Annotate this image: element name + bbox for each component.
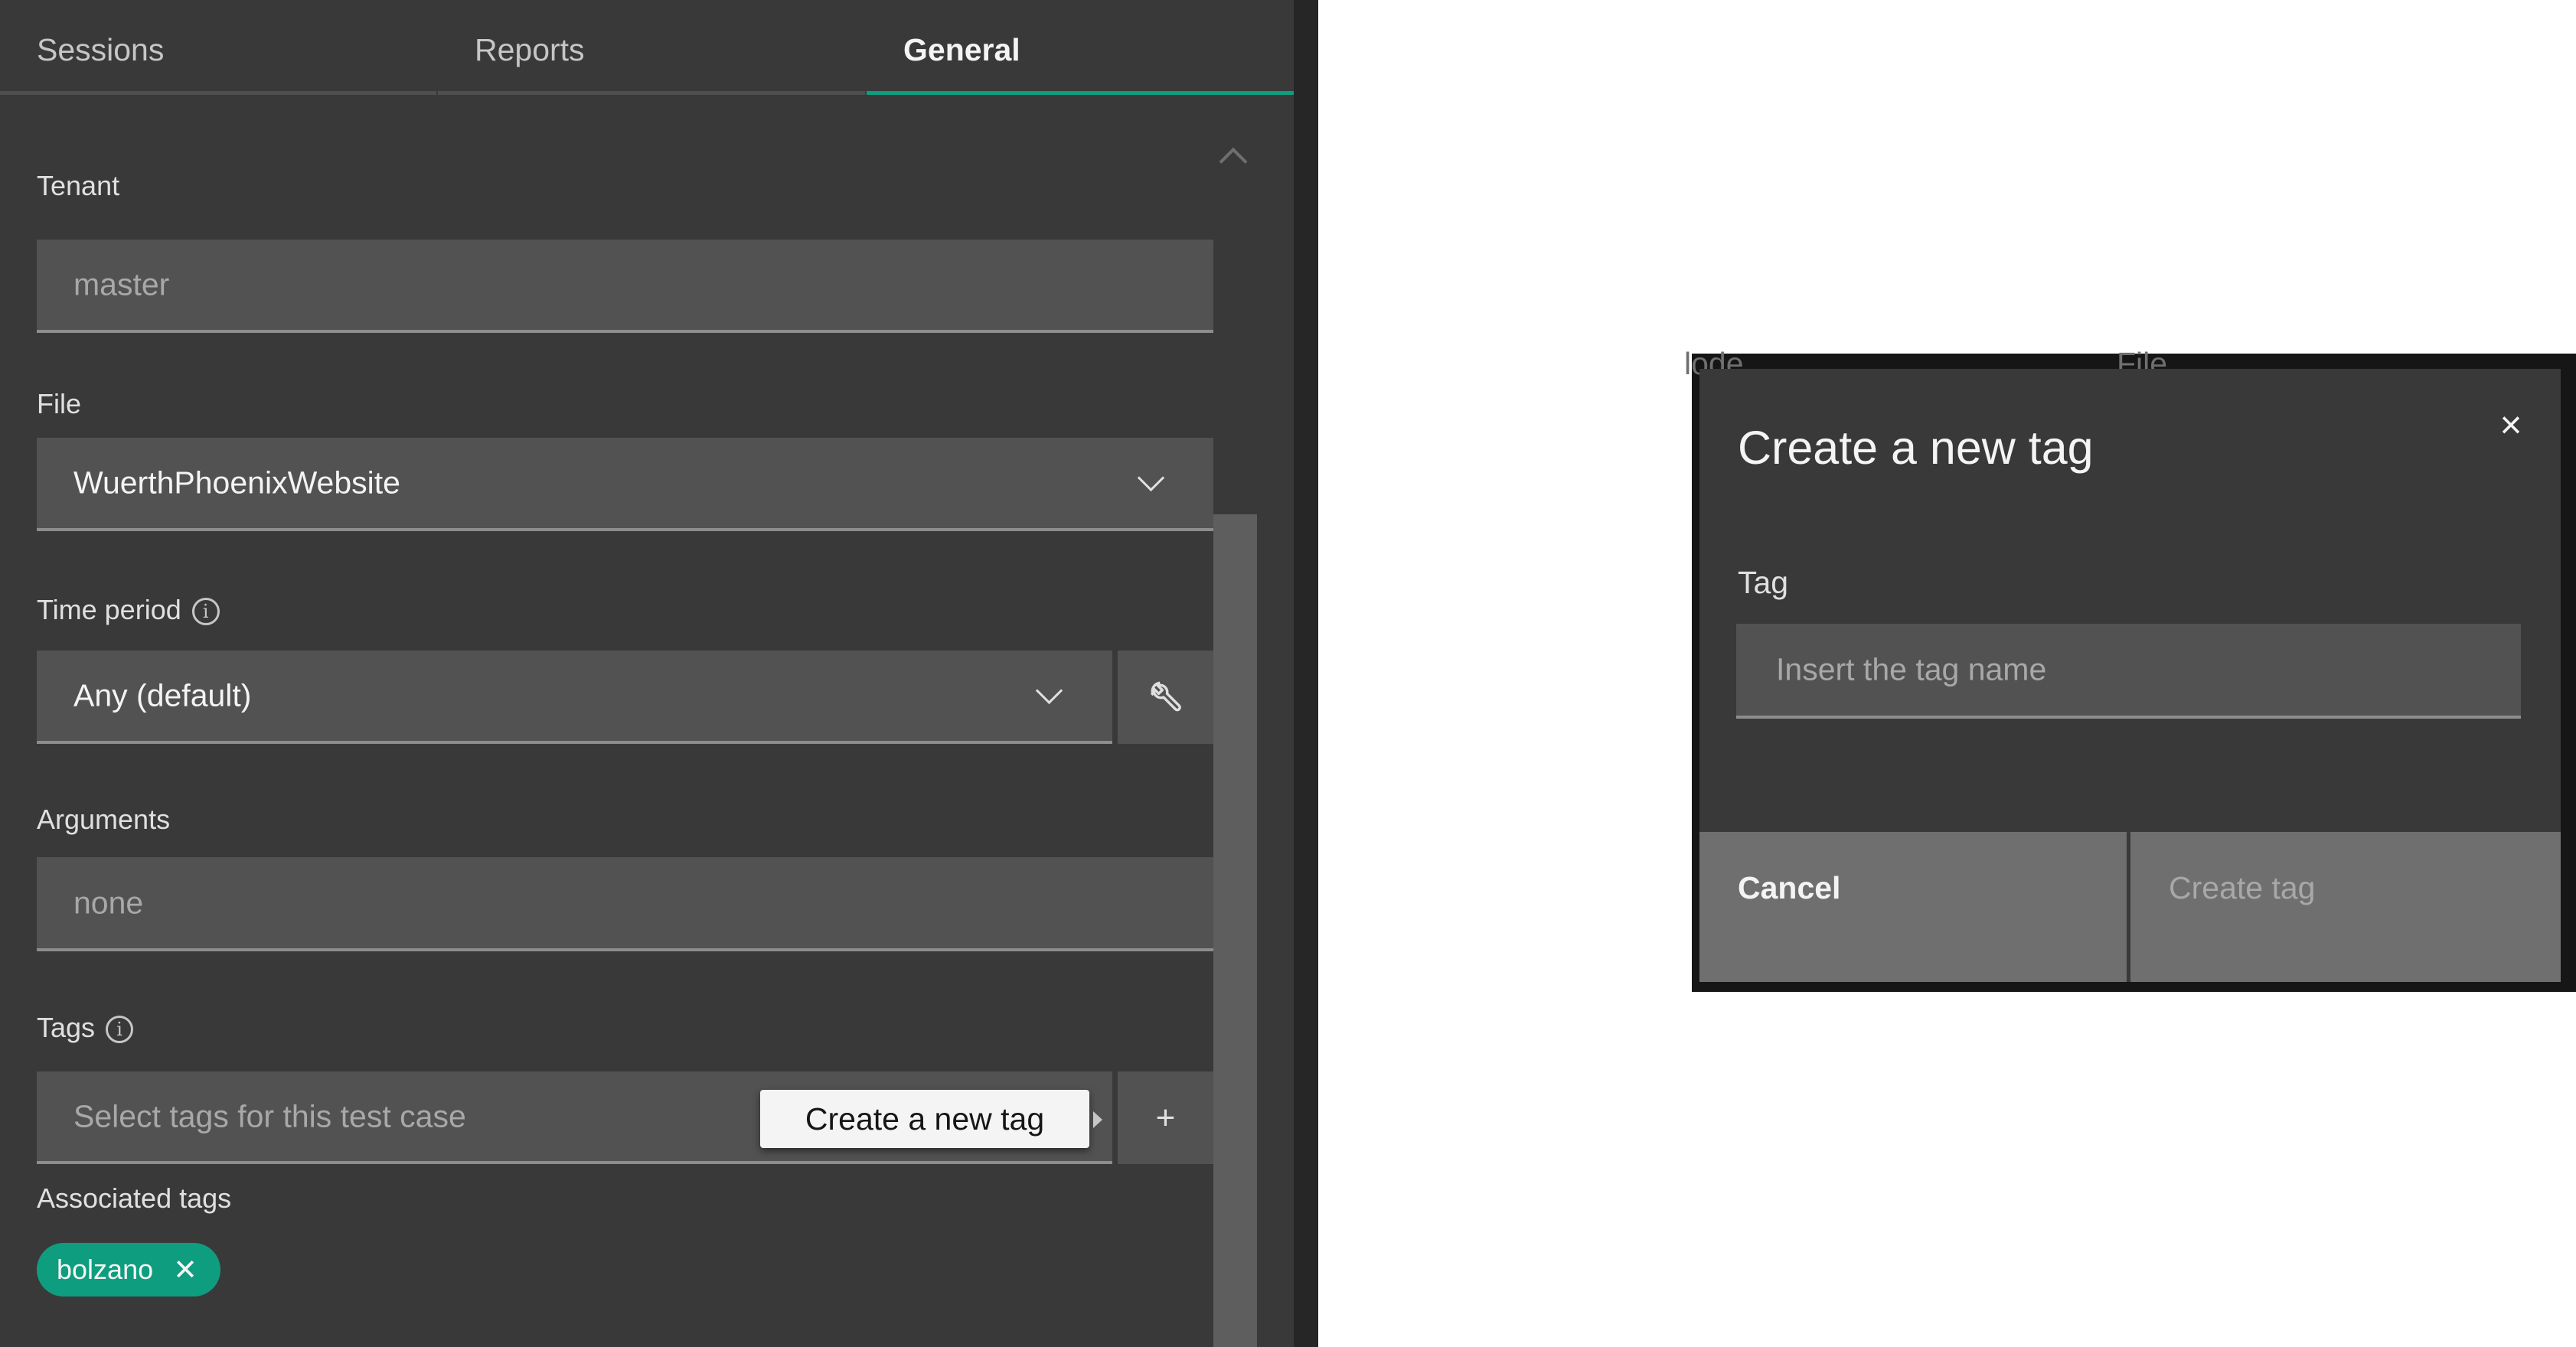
scrollbar[interactable]	[1213, 514, 1257, 1347]
file-value: WuerthPhoenixWebsite	[73, 465, 400, 501]
cancel-button[interactable]: Cancel	[1699, 832, 2127, 982]
remove-tag-icon[interactable]: ✕	[173, 1253, 198, 1287]
tags-label: Tags i	[37, 1012, 134, 1044]
tab-sessions[interactable]: Sessions	[0, 0, 436, 95]
file-label: File	[37, 388, 82, 419]
info-icon[interactable]: i	[106, 1016, 134, 1044]
associated-tags-label: Associated tags	[37, 1182, 232, 1214]
collapse-chevron-up-icon[interactable]	[1219, 147, 1248, 176]
time-period-dropdown[interactable]: Any (default)	[37, 651, 1112, 744]
create-tag-button[interactable]: Create tag	[2130, 832, 2561, 982]
tab-reports-label: Reports	[475, 32, 585, 67]
info-icon[interactable]: i	[191, 598, 220, 626]
time-period-settings-button[interactable]	[1118, 651, 1213, 744]
create-tag-button-label: Create tag	[2169, 870, 2316, 905]
time-period-label-text: Time period	[37, 594, 181, 625]
time-period-label: Time period i	[37, 594, 220, 626]
panel-divider	[1294, 0, 1318, 1347]
cancel-button-label: Cancel	[1738, 870, 1841, 905]
arguments-value: none	[73, 885, 144, 920]
arguments-field[interactable]: none	[37, 857, 1213, 951]
tenant-value: master	[73, 266, 170, 302]
tenant-label: Tenant	[37, 170, 120, 201]
test-case-panel: Sessions Reports General Tenant master F…	[0, 0, 1294, 1347]
tab-general[interactable]: General	[867, 0, 1294, 95]
create-tag-tooltip: Create a new tag	[760, 1090, 1089, 1148]
arguments-label: Arguments	[37, 804, 171, 835]
file-dropdown[interactable]: WuerthPhoenixWebsite	[37, 438, 1213, 531]
tooltip-caret	[1093, 1111, 1102, 1128]
time-period-value: Any (default)	[73, 677, 252, 713]
tag-name-input[interactable]: Insert the tag name	[1736, 624, 2521, 719]
tag-chip: bolzano ✕	[37, 1243, 220, 1296]
chevron-down-icon	[1035, 677, 1063, 705]
wrench-icon	[1150, 681, 1181, 712]
chevron-down-icon	[1137, 464, 1165, 492]
tab-reports[interactable]: Reports	[438, 0, 865, 95]
add-tag-button[interactable]: +	[1118, 1071, 1213, 1164]
plus-icon: +	[1155, 1098, 1176, 1137]
tab-sessions-label: Sessions	[37, 32, 165, 67]
tags-placeholder: Select tags for this test case	[73, 1098, 466, 1133]
modal-title: Create a new tag	[1738, 422, 2094, 474]
close-icon[interactable]: ×	[2492, 406, 2530, 444]
tags-label-text: Tags	[37, 1012, 96, 1043]
tag-name-placeholder: Insert the tag name	[1776, 651, 2047, 687]
tab-general-label: General	[903, 32, 1020, 67]
tag-name-label: Tag	[1738, 565, 1789, 600]
tag-chip-label: bolzano	[57, 1254, 154, 1285]
tenant-field: master	[37, 240, 1213, 333]
